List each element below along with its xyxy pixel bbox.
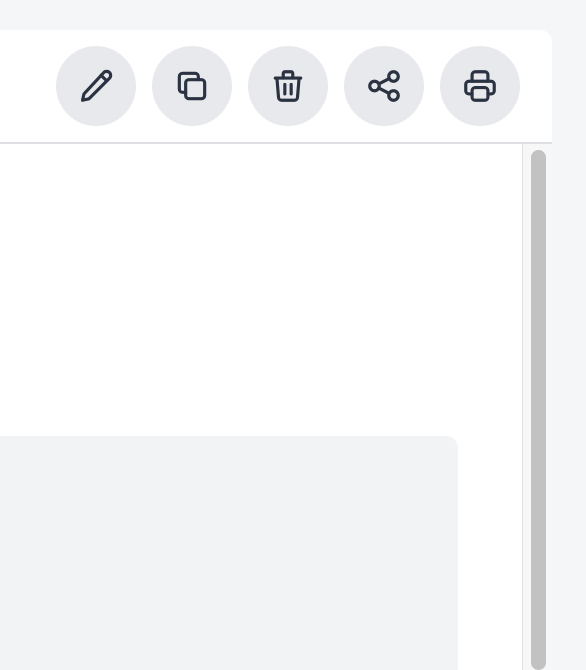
scrollbar-thumb[interactable] bbox=[531, 150, 546, 670]
duplicate-button[interactable] bbox=[152, 46, 232, 126]
action-toolbar bbox=[0, 30, 552, 144]
vertical-scrollbar[interactable] bbox=[522, 144, 552, 670]
content-panel bbox=[0, 436, 458, 670]
delete-button[interactable] bbox=[248, 46, 328, 126]
printer-icon bbox=[464, 70, 496, 102]
pencil-icon bbox=[80, 69, 113, 102]
edit-button[interactable] bbox=[56, 46, 136, 126]
share-icon bbox=[368, 70, 400, 102]
main-window bbox=[0, 30, 552, 670]
content-area bbox=[0, 144, 522, 670]
trash-icon bbox=[273, 70, 303, 102]
print-button[interactable] bbox=[440, 46, 520, 126]
share-button[interactable] bbox=[344, 46, 424, 126]
copy-icon bbox=[177, 71, 207, 101]
